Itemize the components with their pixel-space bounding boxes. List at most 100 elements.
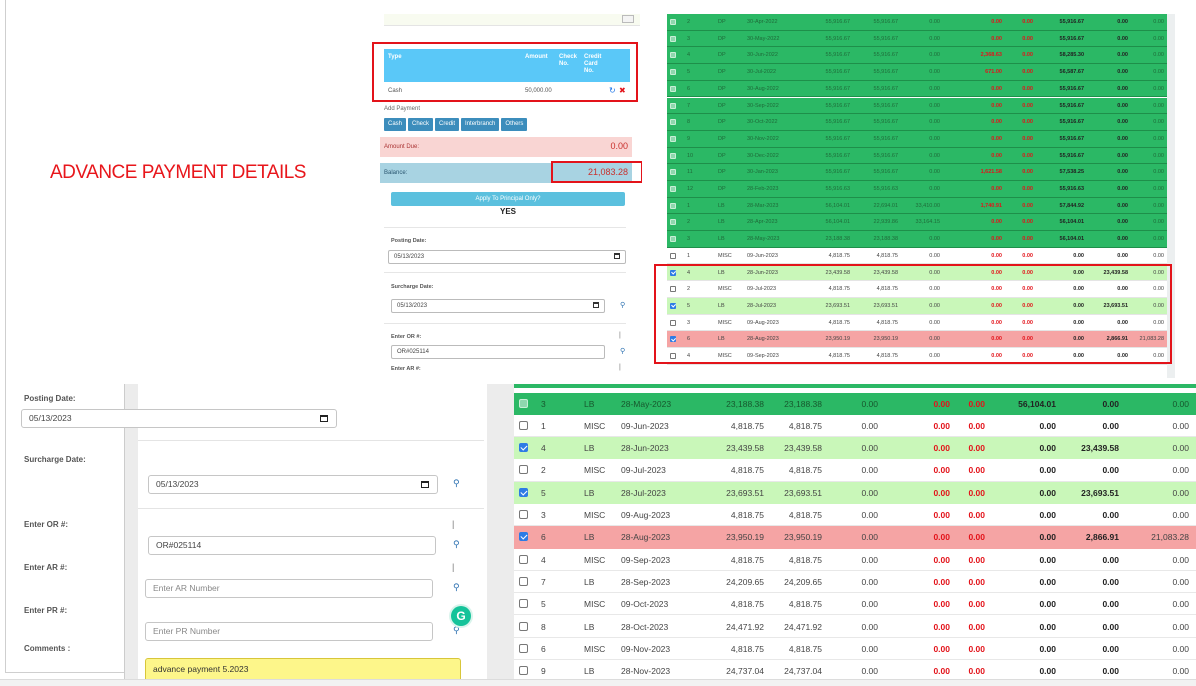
table-row[interactable]: 1 MISC 09-Jun-2023 4,818.75 4,818.75 0.00 0.00… xyxy=(514,414,1196,438)
table-row[interactable]: 3 LB 28-May-2023 23,188.38 23,188.38 0.00 0.00… xyxy=(514,392,1196,415)
row-checkbox[interactable] xyxy=(670,102,676,109)
table-row[interactable]: 3 MISC 09-Aug-2023 4,818.75 4,818.75 0.00 0.00… xyxy=(514,504,1196,527)
row-checkbox[interactable] xyxy=(519,420,528,430)
or-input[interactable]: OR#025114 xyxy=(391,345,605,359)
table-row[interactable]: 4 DP 30-Jun-2022 55,916.67 55,916.67 0.00 2,36… xyxy=(667,47,1168,65)
table-row[interactable]: 11 DP 30-Jan-2023 55,916.67 55,916.67 0.00 1,6… xyxy=(667,164,1168,181)
check-button[interactable]: Check xyxy=(408,118,434,131)
table-row[interactable]: 2 LB 28-Apr-2023 56,104.01 22,939.86 33,164.1… xyxy=(667,214,1168,232)
calendar-icon[interactable] xyxy=(593,302,599,308)
row-number: 2 xyxy=(687,19,691,25)
ar-input[interactable]: Enter AR Number xyxy=(145,579,433,598)
table-row[interactable]: 5 MISC 09-Oct-2023 4,818.75 4,818.75 0.00 0.00… xyxy=(514,593,1196,616)
search-icon[interactable]: ⚲ xyxy=(620,347,625,355)
or-input[interactable]: OR#025114 xyxy=(148,536,436,555)
row-checkbox[interactable] xyxy=(519,643,528,653)
table-row[interactable]: 2 MISC 09-Jul-2023 4,818.75 4,818.75 0.00 0.00… xyxy=(514,459,1196,482)
amount-due-label: Amount Due: xyxy=(384,144,420,150)
calendar-icon[interactable] xyxy=(421,481,429,488)
credit-button[interactable]: Credit xyxy=(435,118,460,131)
row-payment: 0.00 xyxy=(1102,621,1119,632)
table-row[interactable]: 3 LB 28-May-2023 23,188.38 23,188.38 0.00 0.00… xyxy=(667,231,1168,248)
surcharge-date-input[interactable]: 05/13/2023 xyxy=(148,475,438,494)
search-icon[interactable]: ⚲ xyxy=(453,582,460,593)
divider xyxy=(384,272,626,273)
row-checkbox[interactable] xyxy=(519,666,528,676)
row-checkbox[interactable] xyxy=(670,135,676,142)
cash-button[interactable]: Cash xyxy=(384,118,407,131)
grammarly-icon[interactable]: G xyxy=(451,606,471,626)
row-checkbox[interactable] xyxy=(519,510,528,519)
posting-date-input[interactable]: 05/13/2023 xyxy=(388,250,626,264)
row-balance: 0.00 xyxy=(1172,487,1189,498)
row-checkbox[interactable] xyxy=(670,52,676,59)
row-checkbox[interactable] xyxy=(670,252,676,259)
row-checkbox[interactable] xyxy=(670,69,676,76)
table-row[interactable]: 6 LB 28-Aug-2023 23,950.19 23,950.19 0.00 0.00… xyxy=(514,526,1196,549)
row-checkbox[interactable] xyxy=(519,532,528,542)
row-type: DP xyxy=(718,19,726,25)
row-checkbox[interactable] xyxy=(670,202,676,209)
row-checkbox[interactable] xyxy=(670,85,676,92)
table-row[interactable]: 2 DP 30-Apr-2022 55,916.67 55,916.67 0.00 0.00… xyxy=(667,14,1168,31)
row-checkbox[interactable] xyxy=(670,186,676,192)
row-checkbox[interactable] xyxy=(670,35,676,42)
row-checkbox[interactable] xyxy=(670,219,676,226)
surcharge-date-input[interactable]: 05/13/2023 xyxy=(391,299,605,313)
row-checkbox[interactable] xyxy=(519,465,528,475)
table-row[interactable]: 6 MISC 09-Nov-2023 4,818.75 4,818.75 0.00 0.00… xyxy=(514,637,1196,661)
table-row[interactable]: 6 DP 30-Aug-2022 55,916.67 55,916.67 0.00 0.00… xyxy=(667,80,1168,98)
row-checkbox[interactable] xyxy=(519,443,528,453)
row-payment: 0.00 xyxy=(1102,554,1119,565)
calendar-icon[interactable] xyxy=(320,415,328,422)
calendar-icon[interactable] xyxy=(614,253,620,259)
row-checkbox[interactable] xyxy=(670,236,676,243)
row-payment: 0.00 xyxy=(1117,219,1128,226)
row-checkbox[interactable] xyxy=(519,621,528,631)
table-row[interactable]: 1 LB 28-Mar-2023 56,104.01 22,694.01 33,410.0… xyxy=(667,197,1168,215)
row-amount: 4,818.75 xyxy=(730,599,764,610)
table-row[interactable]: 8 DP 30-Oct-2022 55,916.67 55,916.67 0.00 0.00… xyxy=(667,114,1168,131)
side-gutter xyxy=(500,384,514,679)
table-row[interactable]: 7 DP 30-Sep-2022 55,916.67 55,916.67 0.00 0.00… xyxy=(667,97,1168,115)
row-checkbox[interactable] xyxy=(670,19,676,25)
row-number: 9 xyxy=(687,135,691,142)
row-checkbox[interactable] xyxy=(519,554,528,564)
menu-button[interactable] xyxy=(622,15,634,23)
row-date: 09-Jul-2023 xyxy=(621,465,666,476)
others-button[interactable]: Others xyxy=(501,118,528,131)
table-row[interactable]: 10 DP 30-Dec-2022 55,916.67 55,916.67 0.00 0.0… xyxy=(667,147,1168,165)
row-checkbox[interactable] xyxy=(670,169,676,176)
table-row[interactable]: 8 LB 28-Oct-2023 24,471.92 24,471.92 0.00 0.00… xyxy=(514,615,1196,638)
row-balance: 0.00 xyxy=(1153,35,1164,42)
search-icon[interactable]: ⚲ xyxy=(620,301,625,309)
pr-input[interactable]: Enter PR Number xyxy=(145,622,433,641)
row-checkbox[interactable] xyxy=(670,152,676,159)
table-row[interactable]: 12 DP 28-Feb-2023 55,916.63 55,916.63 0.00 0.0… xyxy=(667,181,1168,198)
table-row[interactable]: 9 DP 30-Nov-2022 55,916.67 55,916.67 0.00 0.00… xyxy=(667,130,1168,148)
interbranch-button[interactable]: Interbranch xyxy=(461,118,500,131)
row-balance: 0.00 xyxy=(1172,666,1189,677)
table-row[interactable]: 1 MISC 09-Jun-2023 4,818.75 4,818.75 0.00 0.00… xyxy=(667,247,1168,265)
table-row[interactable]: 5 DP 30-Jul-2022 55,916.67 55,916.67 0.00 671.… xyxy=(667,64,1168,81)
row-date: 28-Sep-2023 xyxy=(621,576,671,587)
row-checkbox[interactable] xyxy=(519,398,528,408)
search-icon[interactable]: ⚲ xyxy=(453,539,460,550)
row-checkbox[interactable] xyxy=(519,599,528,609)
table-row[interactable]: 9 LB 28-Nov-2023 24,737.04 24,737.04 0.00 0.00… xyxy=(514,660,1196,679)
row-checkbox[interactable] xyxy=(519,576,528,586)
row-surcharge: 0.00 xyxy=(1022,186,1033,192)
table-row[interactable]: 7 LB 28-Sep-2023 24,209.65 24,209.65 0.00 0.00… xyxy=(514,570,1196,594)
table-row[interactable]: 3 DP 30-May-2022 55,916.67 55,916.67 0.00 0.00… xyxy=(667,30,1168,48)
posting-date-input[interactable]: 05/13/2023 xyxy=(21,409,337,428)
table-row[interactable]: 4 LB 28-Jun-2023 23,439.58 23,439.58 0.00 0.00… xyxy=(514,437,1196,460)
row-checkbox[interactable] xyxy=(519,487,528,497)
search-icon[interactable]: ⚲ xyxy=(453,625,460,636)
table-row[interactable]: 5 LB 28-Jul-2023 23,693.51 23,693.51 0.00 0.00… xyxy=(514,481,1196,504)
row-checkbox[interactable] xyxy=(670,119,676,126)
search-icon[interactable]: ⚲ xyxy=(453,478,460,489)
apply-principal-button[interactable]: Apply To Principal Only? xyxy=(391,192,625,206)
row-penalty: 0.00 xyxy=(991,186,1002,192)
table-row[interactable]: 4 MISC 09-Sep-2023 4,818.75 4,818.75 0.00 0.00… xyxy=(514,548,1196,571)
posting-date-value: 05/13/2023 xyxy=(394,254,425,260)
